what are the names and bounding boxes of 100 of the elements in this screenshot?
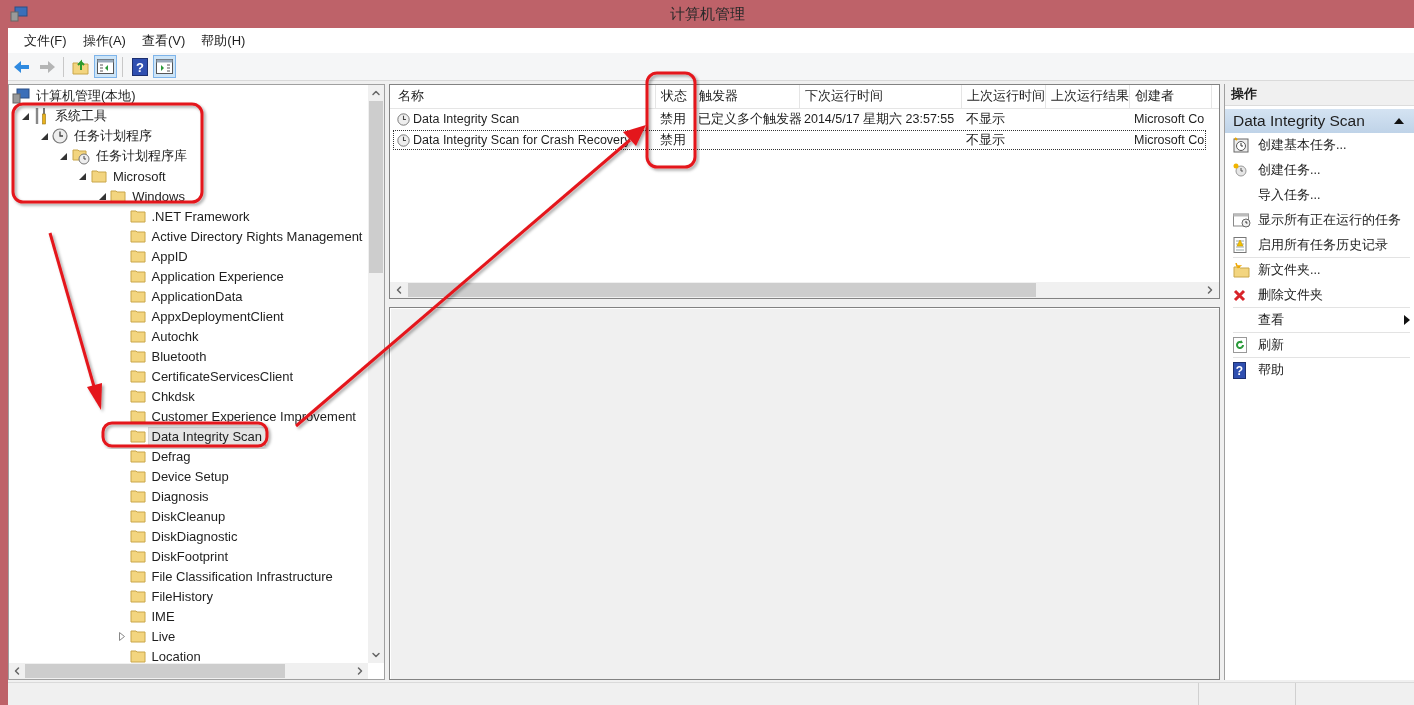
tree-item[interactable]: Data Integrity Scan xyxy=(147,426,267,446)
column-header[interactable]: 上次运行结果 xyxy=(1046,85,1130,108)
expander-icon[interactable] xyxy=(79,172,87,180)
action-link[interactable]: 导入任务... xyxy=(1258,186,1410,204)
action-link[interactable]: 查看 xyxy=(1258,311,1404,329)
tree-item[interactable]: Application Experience xyxy=(147,266,288,286)
tools-icon xyxy=(33,107,49,125)
tree-item[interactable]: Diagnosis xyxy=(147,486,213,506)
action-link[interactable]: 刷新 xyxy=(1258,336,1410,354)
horizontal-scrollbar[interactable] xyxy=(9,663,368,679)
folder-icon xyxy=(129,289,146,303)
toolbar-button[interactable] xyxy=(94,55,117,78)
tree-item[interactable]: Bluetooth xyxy=(147,346,211,366)
horizontal-scrollbar[interactable] xyxy=(390,282,1219,298)
clock-icon xyxy=(1233,163,1247,177)
column-header[interactable]: 触发器 xyxy=(694,85,800,108)
window-title: 计算机管理 xyxy=(669,4,745,24)
tree-item[interactable]: 系统工具 xyxy=(51,105,111,127)
tree-item[interactable]: FileHistory xyxy=(147,586,217,606)
tree-item[interactable]: Microsoft xyxy=(108,166,170,186)
column-header[interactable]: 状态 xyxy=(656,85,694,108)
folder-up-icon xyxy=(71,58,90,75)
clock-icon xyxy=(1233,137,1249,153)
tree-item[interactable]: Live xyxy=(147,626,180,646)
folder-clock-icon xyxy=(71,147,90,165)
folder-icon xyxy=(129,309,146,323)
table-cell: Microsoft Co xyxy=(1134,112,1205,126)
column-header[interactable]: 上次运行时间 xyxy=(962,85,1046,108)
window-clock-icon xyxy=(1233,212,1251,228)
tree-item[interactable]: 任务计划程序 xyxy=(70,125,157,147)
table-row[interactable]: Data Integrity Scan 禁用 已定义多个触发器 2014/5/17 星期六 23:57:55 不显示 Microsoft Co xyxy=(393,109,1206,129)
action-link[interactable]: 删除文件夹 xyxy=(1258,286,1410,304)
toolbar-button[interactable] xyxy=(153,55,176,78)
expander-icon[interactable] xyxy=(21,112,29,120)
tree-item[interactable]: Active Directory Rights Management xyxy=(147,226,367,246)
section-header[interactable]: Data Integrity Scan xyxy=(1225,109,1414,133)
table-cell: Data Integrity Scan xyxy=(413,112,520,126)
tree-item[interactable]: ApplicationData xyxy=(147,286,247,306)
column-header[interactable]: 名称 xyxy=(393,85,656,108)
folder-icon xyxy=(129,549,146,563)
table-cell: 不显示 xyxy=(966,110,1005,128)
action-link[interactable]: 启用所有任务历史记录 xyxy=(1258,236,1410,254)
menu-item[interactable]: 文件(F) xyxy=(16,31,75,50)
vertical-scrollbar[interactable] xyxy=(368,85,384,663)
tree-item[interactable]: .NET Framework xyxy=(147,206,254,226)
action-link[interactable]: 创建任务... xyxy=(1258,161,1410,179)
expander-icon[interactable] xyxy=(98,192,106,200)
tree-item[interactable]: IME xyxy=(147,606,179,626)
computer-icon xyxy=(12,88,30,104)
tree-item[interactable]: 任务计划程序库 xyxy=(91,145,191,167)
column-header[interactable]: 创建者 xyxy=(1130,85,1212,108)
folder-icon xyxy=(129,249,146,263)
collapse-icon[interactable] xyxy=(1394,118,1404,124)
folder-icon xyxy=(129,389,146,403)
pane-title: 操作 xyxy=(1225,84,1414,106)
folder-icon xyxy=(129,229,146,243)
folder-icon xyxy=(129,589,146,603)
tree-item[interactable]: Autochk xyxy=(147,326,203,346)
action-link[interactable]: 显示所有正在运行的任务 xyxy=(1258,211,1410,229)
tree-item[interactable]: 计算机管理(本地) xyxy=(32,85,140,107)
folder-icon xyxy=(129,429,146,443)
column-header[interactable]: 下次运行时间 xyxy=(800,85,962,108)
folder-icon xyxy=(129,469,146,483)
tree-item[interactable]: Location xyxy=(147,646,205,663)
table-cell: 禁用 xyxy=(660,131,686,149)
expander-icon[interactable] xyxy=(60,152,68,160)
folder-icon xyxy=(129,569,146,583)
tree-item[interactable]: CertificateServicesClient xyxy=(147,366,298,386)
table-cell: 已定义多个触发器 xyxy=(698,110,801,128)
log-icon xyxy=(1233,237,1247,253)
table-cell: 禁用 xyxy=(660,110,686,128)
action-link[interactable]: 帮助 xyxy=(1258,361,1410,379)
folder-icon xyxy=(129,629,146,643)
menu-item[interactable]: 帮助(H) xyxy=(193,31,254,50)
clock-icon xyxy=(397,133,410,147)
tree-item[interactable]: Device Setup xyxy=(147,466,233,486)
tree-item[interactable]: Windows xyxy=(128,186,189,206)
panel-icon xyxy=(97,59,114,74)
folder-icon xyxy=(129,269,146,283)
tree-item[interactable]: Defrag xyxy=(147,446,195,466)
folder-icon xyxy=(90,169,107,183)
table-cell: Microsoft Co xyxy=(1134,133,1205,147)
clock-icon xyxy=(397,112,410,126)
action-link[interactable]: 新文件夹... xyxy=(1258,261,1410,279)
folder-icon xyxy=(110,189,127,203)
tree-item[interactable]: DiskDiagnostic xyxy=(147,526,242,546)
tree-item[interactable]: Chkdsk xyxy=(147,386,199,406)
menu-item[interactable]: 操作(A) xyxy=(74,31,134,50)
expander-icon[interactable] xyxy=(40,132,48,140)
menu-item[interactable]: 查看(V) xyxy=(133,31,194,50)
folder-icon xyxy=(129,209,146,223)
tree-item[interactable]: File Classification Infrastructure xyxy=(147,566,337,586)
tree-item[interactable]: AppID xyxy=(147,246,192,266)
table-cell: 不显示 xyxy=(966,131,1005,149)
tree-item[interactable]: AppxDeploymentClient xyxy=(147,306,288,326)
tree-item[interactable]: DiskCleanup xyxy=(147,506,230,526)
tree-item[interactable]: DiskFootprint xyxy=(147,546,233,566)
action-link[interactable]: 创建基本任务... xyxy=(1258,136,1410,154)
folder-icon xyxy=(129,329,146,343)
table-cell: 2014/5/17 星期六 23:57:55 xyxy=(804,110,955,128)
